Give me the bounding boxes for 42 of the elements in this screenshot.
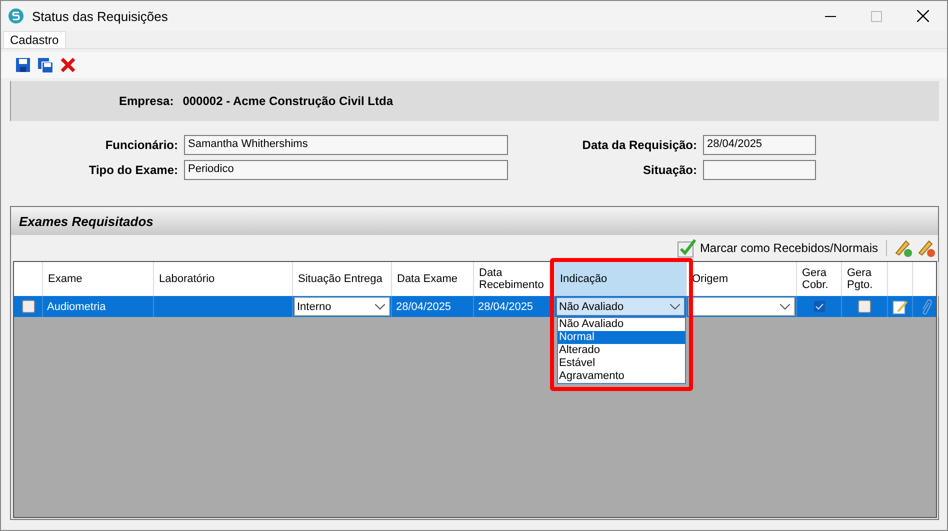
field-label: Funcionário: [105, 138, 178, 152]
dropdown[interactable]: Não Avaliado [556, 297, 685, 316]
pencil-remove-icon[interactable] [916, 238, 936, 258]
column-header[interactable]: Indicação [555, 262, 687, 296]
close-icon[interactable] [917, 10, 929, 22]
dropdown-option[interactable]: Não Avaliado [558, 318, 685, 331]
save-icon[interactable] [15, 57, 31, 73]
dropdown-option[interactable]: Normal [558, 331, 685, 344]
company-label: Empresa: [119, 94, 174, 108]
field-label: Tipo do Exame: [88, 163, 178, 177]
table-cell: Audiometria [43, 296, 154, 317]
input-field[interactable]: 28/04/2025 [703, 135, 816, 155]
checkbox[interactable] [858, 300, 871, 313]
mark-received-button[interactable]: Marcar como Recebidos/Normais [674, 238, 880, 258]
input-field[interactable]: Periodico [184, 160, 508, 180]
pencil-add-icon[interactable] [893, 238, 913, 258]
input-field[interactable] [703, 160, 816, 180]
dropdown[interactable] [688, 297, 795, 316]
tab[interactable]: Cadastro [3, 31, 66, 48]
dropdown-option[interactable]: Agravamento [558, 370, 685, 383]
field-label: Data da Requisição: [582, 138, 697, 152]
checkbox[interactable] [22, 300, 34, 313]
edit-icon[interactable] [892, 298, 908, 314]
window-title: Status das Requisições [32, 8, 168, 24]
checkmark-icon [676, 238, 697, 258]
group-title: Exames Requisitados [19, 214, 154, 228]
delete-icon[interactable] [60, 57, 76, 73]
chevron-down-icon[interactable] [780, 304, 790, 310]
checkbox[interactable] [812, 300, 826, 313]
field-label: Situação: [642, 163, 697, 177]
chevron-down-icon[interactable] [670, 304, 680, 310]
table-cell: 28/04/2025 [474, 296, 555, 317]
company-name: 000002 - Acme Construção Civil Ltda [182, 94, 393, 108]
dropdown[interactable]: Interno [294, 297, 390, 316]
app-logo-icon [8, 8, 24, 24]
table-cell: 28/04/2025 [392, 296, 474, 317]
paperclip-icon[interactable] [920, 298, 932, 314]
dropdown-option[interactable]: Estável [558, 357, 685, 370]
chevron-down-icon[interactable] [375, 304, 385, 310]
save-all-icon[interactable] [37, 56, 54, 74]
input-field[interactable]: Samantha Whithershims [184, 135, 508, 155]
dropdown-option[interactable]: Alterado [558, 344, 685, 357]
